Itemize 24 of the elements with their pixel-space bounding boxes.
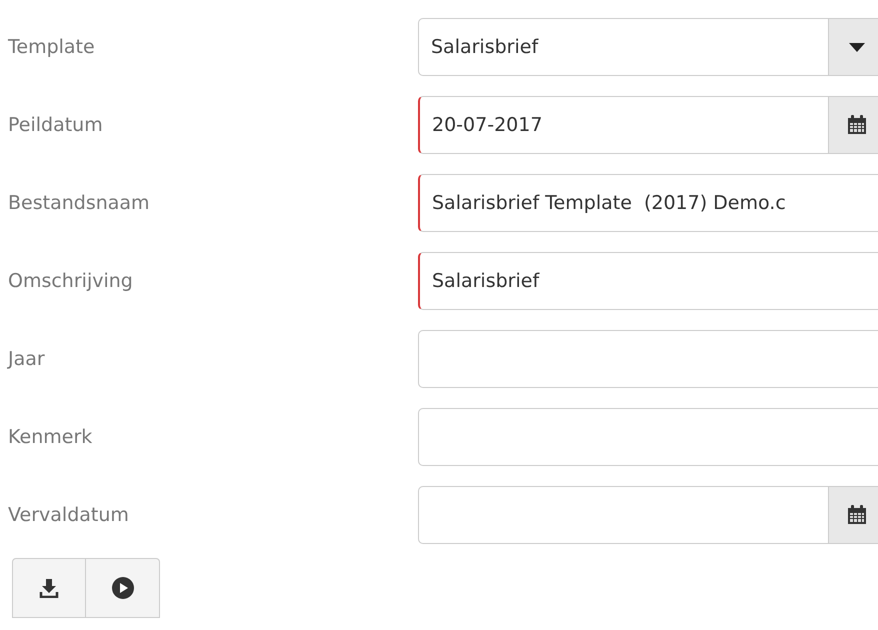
download-button[interactable]	[12, 558, 86, 618]
input-field[interactable]	[418, 408, 878, 466]
input-field[interactable]: Salarisbrief	[418, 252, 878, 310]
field-label: Jaar	[6, 348, 46, 370]
calendar-button[interactable]	[829, 486, 878, 544]
date-field[interactable]: 20-07-2017	[418, 96, 829, 154]
input-field[interactable]	[418, 330, 878, 388]
input-field[interactable]: Salarisbrief Template (2017) Demo.c	[418, 174, 878, 232]
dropdown-button[interactable]	[829, 18, 878, 76]
play-button[interactable]	[86, 558, 160, 618]
field-label: Kenmerk	[7, 426, 94, 448]
field-label: Omschrijving	[7, 270, 134, 292]
template-dropdown[interactable]: Salarisbrief	[418, 18, 829, 76]
field-label: Bestandsnaam	[7, 192, 151, 214]
download-icon	[39, 578, 59, 598]
calendar-icon	[846, 505, 866, 525]
date-field[interactable]	[418, 486, 829, 544]
caret-icon	[848, 42, 864, 52]
calendar-button[interactable]	[829, 96, 878, 154]
calendar-icon	[846, 115, 866, 135]
play-icon	[112, 577, 134, 599]
field-label: Peildatum	[7, 114, 104, 136]
field-label: Template	[7, 36, 96, 58]
field-label: Vervaldatum	[7, 504, 130, 526]
